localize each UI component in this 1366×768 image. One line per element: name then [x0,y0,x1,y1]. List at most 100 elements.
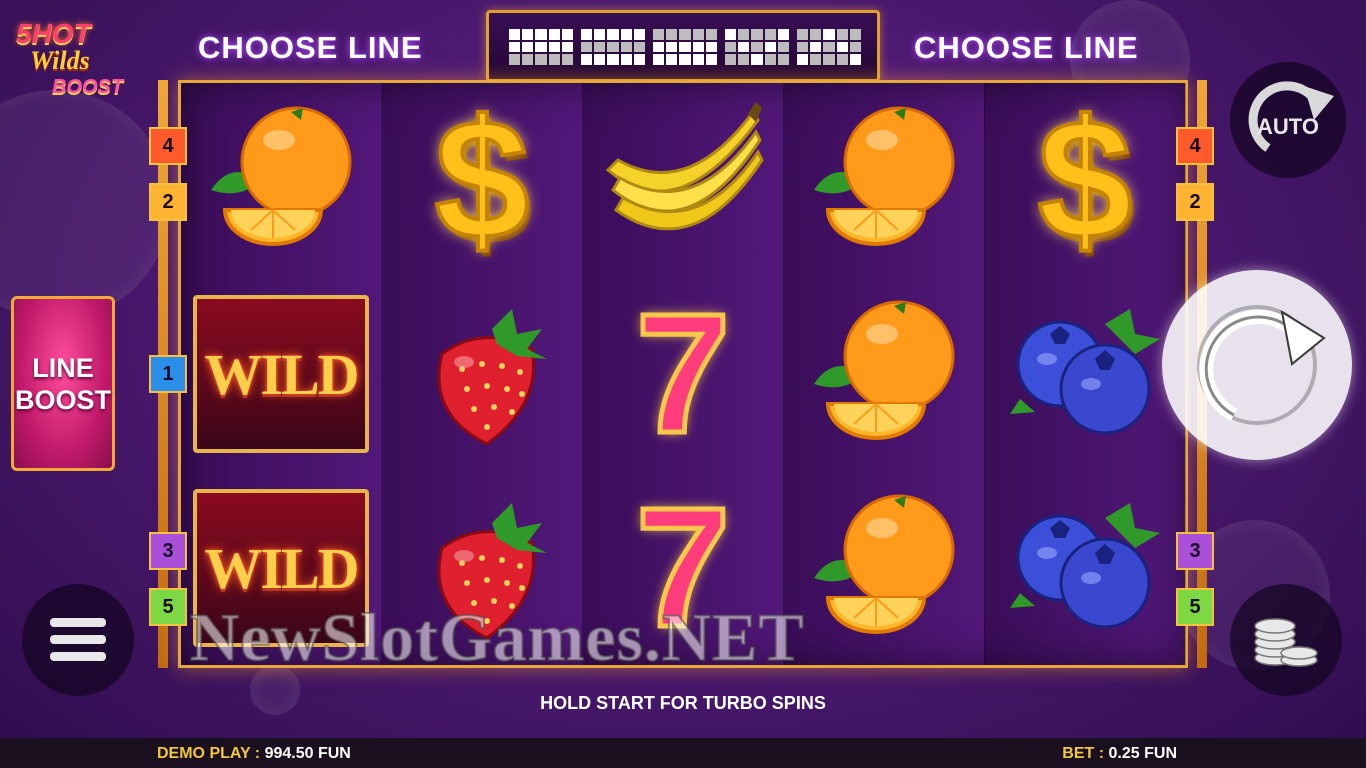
payline-cell [679,29,691,40]
line-number-label: 5 [1189,595,1201,618]
banana-symbol [605,102,764,231]
demo-value: 994.50 FUN [264,745,351,762]
payline-cell [777,41,789,53]
payline-cell [620,29,632,40]
payline-cell [581,29,593,40]
reel-cell: $ [985,83,1185,277]
payline-cell [509,29,521,40]
dollar-symbol: $ [433,85,532,275]
payline-cell [692,41,704,53]
menu-button[interactable] [22,584,134,696]
payline-indicator [486,10,880,82]
spin-arrow-icon [1197,305,1326,425]
payline-cell [849,29,861,40]
payline-cell [751,41,763,53]
demo-label: DEMO PLAY : [157,745,261,762]
payline-cell [705,54,717,65]
line-number-label: 4 [1189,134,1201,157]
payline-cell [797,41,809,53]
demo-balance: DEMO PLAY : 994.50 FUN [157,745,351,763]
line-number-label: 3 [1189,539,1201,562]
auto-button[interactable]: AUTO [1230,62,1346,178]
payline-cell [738,29,750,40]
line-number-right-2[interactable]: 2 [1176,183,1214,221]
line-number-label: 4 [162,134,174,157]
payline-cell [548,29,560,40]
logo-line-3: BOOST [52,76,124,98]
reel-cell [784,83,984,277]
payline-cell [725,54,737,65]
line-number-left-4[interactable]: 4 [149,127,187,165]
seven-symbol: 7 [633,279,733,469]
wild-symbol: WILD [193,295,369,453]
payline-cell [764,29,776,40]
reel-column: $ [985,83,1186,665]
line-number-left-1[interactable]: 1 [149,355,187,393]
payline-cell [666,41,678,53]
payline-cell [705,41,717,53]
payline-cell [607,29,619,40]
payline-cell [849,54,861,65]
payline-cell [653,41,665,53]
bet-settings-button[interactable] [1230,584,1342,696]
payline-pattern [509,29,573,65]
payline-cell [738,54,750,65]
auto-label: AUTO [1257,114,1319,139]
payline-cell [633,54,645,65]
line-number-label: 2 [1189,190,1201,213]
payline-cell [777,54,789,65]
payline-cell [836,54,848,65]
spin-button[interactable] [1162,270,1352,460]
line-boost-label-2: BOOST [14,384,111,415]
line-number-right-5[interactable]: 5 [1176,588,1214,626]
payline-cell [594,54,606,65]
payline-cell [581,41,593,53]
reel-cell [784,277,984,471]
choose-line-left[interactable]: CHOOSE LINE [198,30,423,66]
payline-cell [823,54,835,65]
payline-cell [823,41,835,53]
payline-cell [653,54,665,65]
line-number-label: 3 [162,539,174,562]
payline-cell [751,29,763,40]
payline-cell [581,54,593,65]
logo-line-2: Wilds [30,46,90,75]
reel-grid: WILD WILD $ 77 $ [178,80,1188,668]
reel-cell [382,277,582,471]
payline-cell [620,41,632,53]
payline-cell [705,29,717,40]
payline-cell [797,54,809,65]
reel-column [784,83,985,665]
payline-cell [561,41,573,53]
line-number-right-4[interactable]: 4 [1176,127,1214,165]
payline-cell [522,54,534,65]
reel-column: $ [382,83,583,665]
reel-column: WILD WILD [181,83,382,665]
payline-cell [620,54,632,65]
reel-cell [985,277,1185,471]
payline-pattern [725,29,789,65]
reel-cell: 7 [583,277,783,471]
line-number-left-5[interactable]: 5 [149,588,187,626]
game-logo: 5HOT Wilds BOOST [12,18,132,108]
line-boost-label-1: LINE [32,352,94,383]
line-number-left-3[interactable]: 3 [149,532,187,570]
bet-display: BET : 0.25 FUN [1062,745,1177,763]
payline-cell [810,41,822,53]
payline-cell [522,29,534,40]
blueberry-symbol [1010,309,1160,435]
bet-label: BET : [1062,745,1105,762]
status-bar: DEMO PLAY : 994.50 FUN BET : 0.25 FUN [0,738,1366,768]
line-boost-button[interactable]: LINE BOOST [11,296,115,471]
payline-cell [594,41,606,53]
payline-cell [810,29,822,40]
payline-patterns [509,29,861,65]
orange-symbol [211,106,352,246]
payline-cell [548,41,560,53]
orange-symbol [814,106,955,246]
payline-cell [561,29,573,40]
line-number-right-3[interactable]: 3 [1176,532,1214,570]
choose-line-right[interactable]: CHOOSE LINE [914,30,1139,66]
line-number-left-2[interactable]: 2 [149,183,187,221]
payline-cell [535,41,547,53]
